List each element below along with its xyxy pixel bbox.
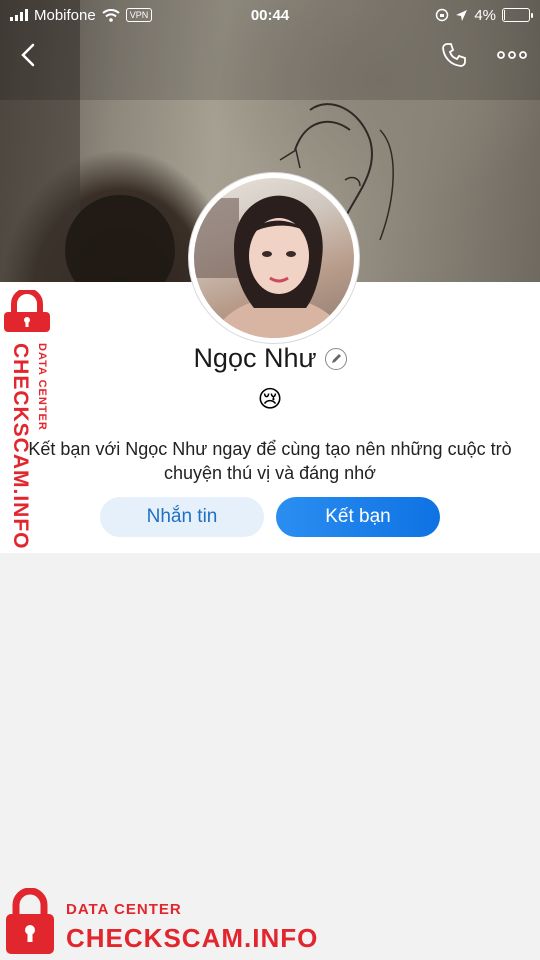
wifi-icon: [102, 8, 120, 22]
profile-name: Ngọc Như: [193, 343, 317, 373]
phone-icon: [442, 43, 466, 67]
location-icon: [456, 9, 468, 21]
rotation-lock-icon: [436, 8, 449, 22]
friend-intro-text: Kết bạn với Ngọc Như ngay để cùng tạo nê…: [28, 439, 512, 483]
battery-level: [504, 10, 505, 20]
back-button[interactable]: [8, 40, 48, 70]
status-bar: Mobifone VPN 00:44 4%: [0, 0, 540, 30]
watermark-side-small: DATA CENTER: [36, 343, 48, 431]
vpn-badge: VPN: [125, 8, 153, 22]
add-friend-button[interactable]: Kết bạn: [276, 497, 440, 537]
avatar[interactable]: [188, 172, 360, 344]
pencil-icon: [331, 353, 341, 363]
watermark-bottom-small: DATA CENTER: [66, 901, 182, 918]
call-button[interactable]: [434, 40, 474, 70]
chevron-left-icon: [21, 43, 35, 67]
carrier-name: Mobifone: [34, 6, 96, 24]
status-emoji: 😢: [257, 386, 283, 413]
battery-percent: 4%: [474, 6, 496, 24]
clock: 00:44: [250, 6, 290, 24]
more-button[interactable]: [492, 40, 532, 70]
more-dots-icon: [497, 51, 527, 59]
watermark-side-big: CHECKSCAM.INFO: [9, 343, 32, 550]
watermark-bottom-lock-icon: [6, 888, 54, 954]
watermark-bottom-big: CHECKSCAM.INFO: [66, 923, 319, 953]
message-button[interactable]: Nhắn tin: [100, 497, 264, 537]
edit-nickname-icon[interactable]: [324, 347, 347, 370]
avatar-photo: [194, 178, 354, 338]
signal-icon: [10, 9, 28, 21]
portrait-image: [194, 195, 347, 338]
battery-icon: [502, 8, 533, 22]
profile-name-row: Ngọc Như: [0, 343, 540, 374]
